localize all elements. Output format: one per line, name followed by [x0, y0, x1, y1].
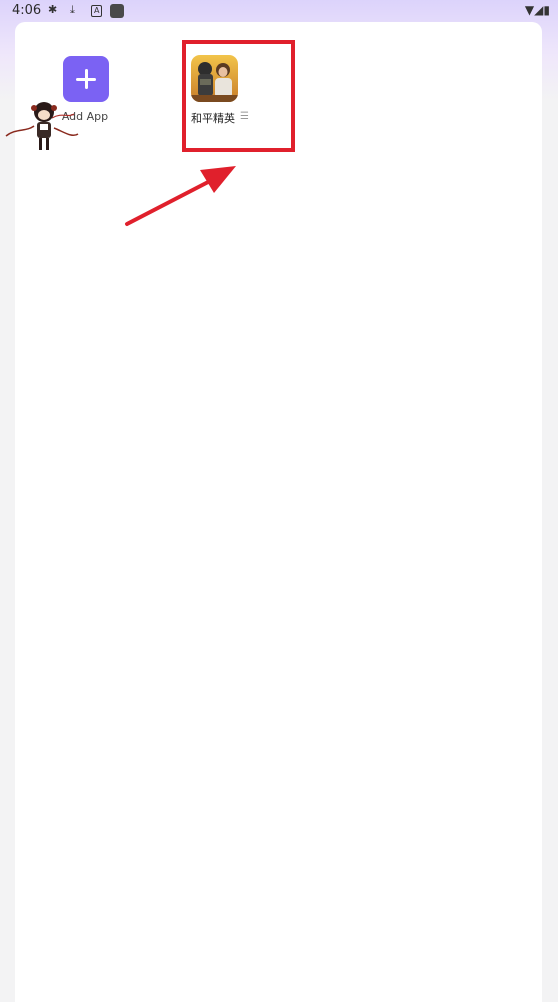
mascot-sticker: [5, 102, 79, 150]
highlight-box: [182, 40, 295, 152]
download-icon: ⤓: [70, 3, 75, 16]
status-time: 4:06: [12, 3, 42, 18]
battery-icon: ▮: [543, 3, 550, 17]
a-icon: A: [91, 5, 103, 17]
wifi-icon: ▼: [524, 3, 535, 17]
bug-icon: ✱: [48, 3, 58, 16]
signal-icon: ◢: [534, 3, 544, 17]
add-app-button[interactable]: [63, 56, 109, 102]
status-bar: 4:06 ✱ ⤓ A ▼◢▮: [0, 0, 558, 22]
app-square-icon: [110, 4, 124, 18]
status-right-icons: ▼◢▮: [525, 3, 550, 17]
app-sheet: [15, 22, 542, 1002]
